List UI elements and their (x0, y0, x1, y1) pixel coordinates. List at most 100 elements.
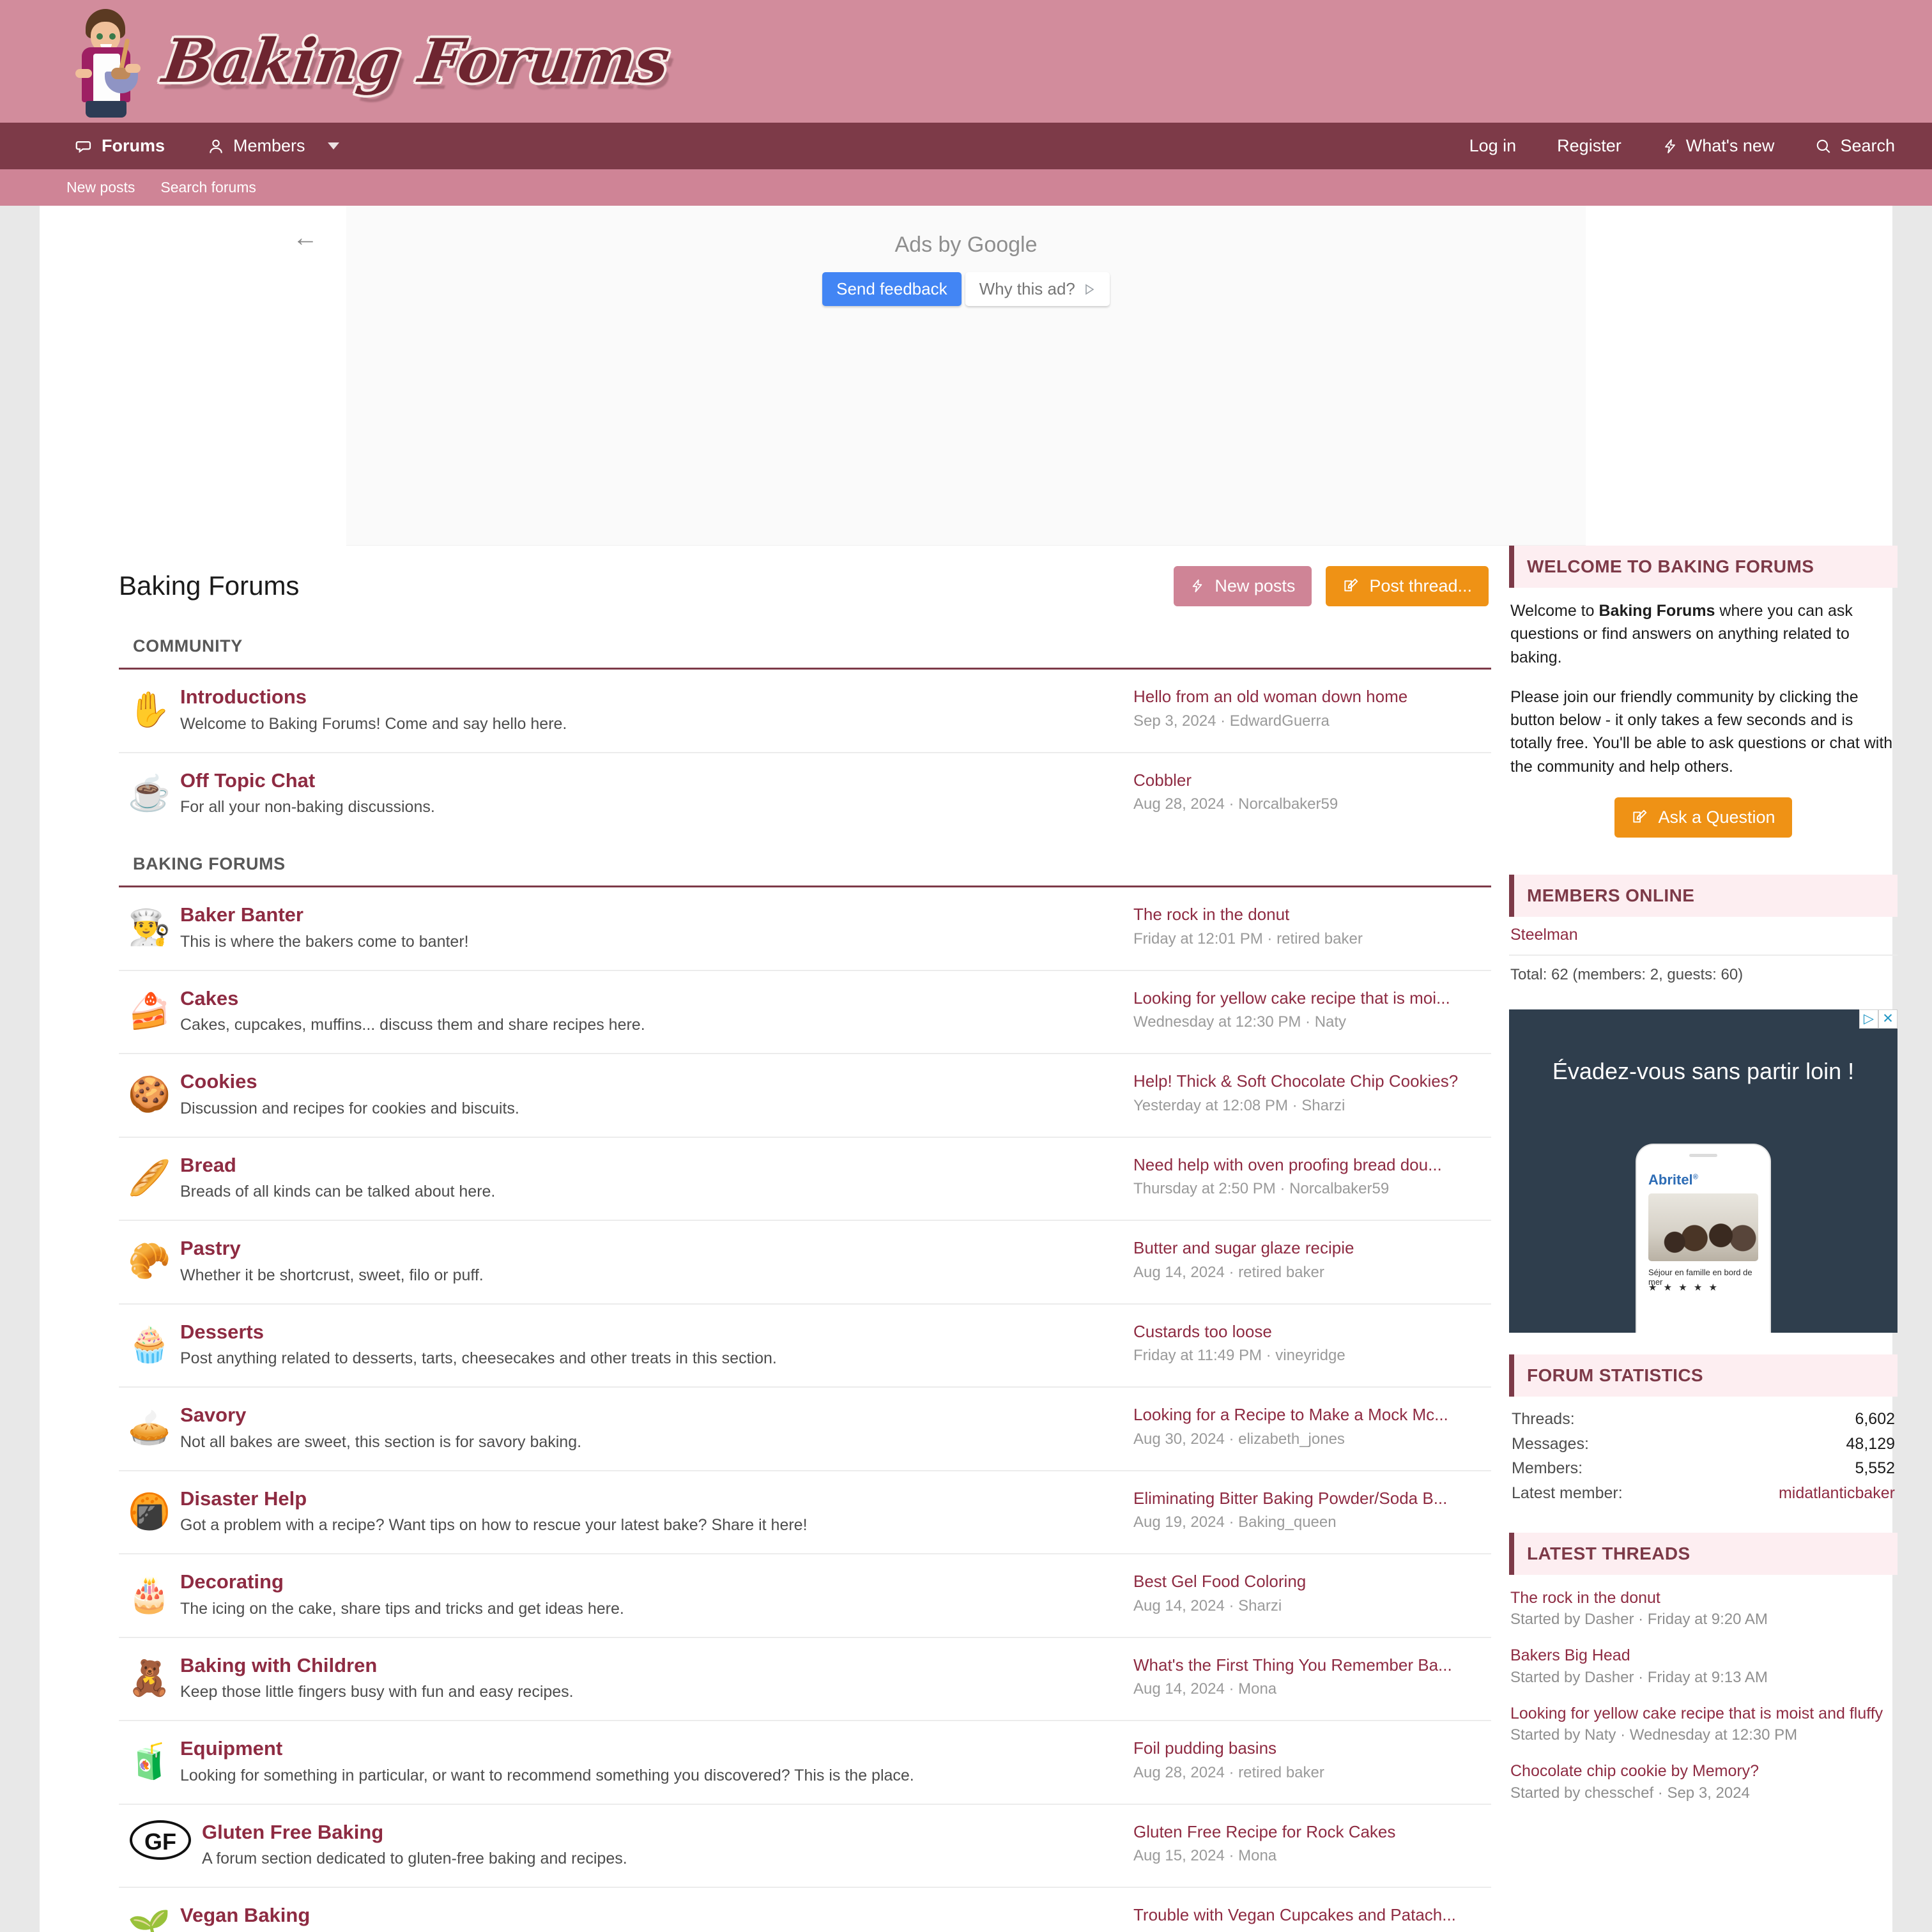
nav-item-login-label: Log in (1469, 136, 1517, 155)
sidebar: WELCOME TO BAKING FORUMS Welcome to Baki… (1509, 546, 1897, 1932)
forum-last-post: Need help with oven proofing bread dou..… (1133, 1153, 1491, 1199)
savory-muffin-icon: 🥧 (128, 1409, 171, 1447)
new-posts-button[interactable]: New posts (1174, 565, 1312, 606)
forum-name-link[interactable]: Savory (180, 1403, 1121, 1428)
ad-back-arrow-icon[interactable]: ← (293, 224, 318, 252)
last-post-meta: Aug 28, 2024 · retired baker (1133, 1763, 1324, 1781)
last-post-meta: Wednesday at 12:30 PM · Naty (1133, 1013, 1347, 1031)
statistic-value[interactable]: midatlanticbaker (1779, 1481, 1895, 1506)
gingerbread-man-icon: 🧸 (128, 1659, 171, 1698)
last-post-meta: Aug 15, 2024 · Mona (1133, 1847, 1277, 1865)
forum-name-link[interactable]: Cakes (180, 986, 1121, 1011)
last-post-title-link[interactable]: Help! Thick & Soft Chocolate Chip Cookie… (1133, 1071, 1491, 1092)
nav-item-members[interactable]: Members (199, 131, 347, 161)
adchoices-icon[interactable]: ▷ (1859, 1009, 1878, 1029)
secondary-navigation: New posts Search forums (0, 169, 1932, 206)
latest-thread-title-link[interactable]: The rock in the donut (1510, 1588, 1896, 1609)
forum-info: Introductions Welcome to Baking Forums! C… (180, 685, 1133, 735)
forum-name-link[interactable]: Gluten Free Baking (202, 1820, 1121, 1845)
site-logo[interactable]: Baking Forums (66, 5, 673, 118)
last-post-title-link[interactable]: Hello from an old woman down home (1133, 686, 1491, 708)
latest-thread-title-link[interactable]: Looking for yellow cake recipe that is m… (1510, 1703, 1896, 1724)
forum-name-link[interactable]: Pastry (180, 1236, 1121, 1261)
forum-list: ✋ Introductions Welcome to Baking Forums! … (119, 670, 1491, 835)
forum-description: Not all bakes are sweet, this section is… (180, 1432, 582, 1451)
member-online-item[interactable]: Steelman (1509, 917, 1897, 956)
search-icon (1815, 138, 1832, 155)
forum-row: ☕ Off Topic Chat For all your non-baking d… (119, 753, 1491, 836)
send-feedback-button[interactable]: Send feedback (822, 272, 962, 306)
nav-item-forums-label: Forums (102, 136, 165, 155)
latest-thread-title-link[interactable]: Chocolate chip cookie by Memory? (1510, 1761, 1896, 1782)
members-icon (207, 137, 225, 155)
forum-last-post: Hello from an old woman down home Sep 3, … (1133, 685, 1491, 730)
forum-name-link[interactable]: Cookies (180, 1070, 1121, 1094)
welcome-heading: WELCOME TO BAKING FORUMS (1509, 546, 1897, 588)
nav-item-register[interactable]: Register (1549, 131, 1629, 161)
ads-by-google-label: Ads by Google (894, 233, 1038, 257)
bolt-icon (1662, 137, 1678, 155)
sidebar-ad-headline: Évadez-vous sans partir loin ! (1552, 1057, 1855, 1084)
ask-a-question-button[interactable]: Ask a Question (1614, 797, 1792, 838)
forum-name-link[interactable]: Off Topic Chat (180, 769, 1121, 793)
why-this-ad-button[interactable]: Why this ad? (965, 272, 1110, 306)
last-post-meta: Yesterday at 12:08 PM · Sharzi (1133, 1096, 1346, 1114)
compose-pencil-icon (1342, 578, 1359, 594)
last-post-meta: Friday at 12:01 PM · retired baker (1133, 930, 1363, 947)
forum-name-link[interactable]: Bread (180, 1153, 1121, 1178)
forum-name-link[interactable]: Disaster Help (180, 1487, 1121, 1512)
last-post-title-link[interactable]: What's the First Thing You Remember Ba..… (1133, 1655, 1491, 1676)
last-post-title-link[interactable]: Trouble with Vegan Cupcakes and Patach..… (1133, 1905, 1491, 1926)
nav-item-new-posts[interactable]: New posts (66, 179, 135, 196)
forum-name-link[interactable]: Decorating (180, 1570, 1121, 1595)
forum-row: 🧁 Desserts Post anything related to desser… (119, 1305, 1491, 1388)
forum-description: A forum section dedicated to gluten-free… (202, 1850, 627, 1868)
forum-name-link[interactable]: Equipment (180, 1736, 1121, 1761)
close-icon[interactable]: ✕ (1878, 1009, 1897, 1029)
nav-item-whats-new[interactable]: What's new (1655, 131, 1782, 161)
forum-info: Off Topic Chat For all your non-baking di… (180, 769, 1133, 819)
top-advertisement: ← Ads by Google Send feedback Why this a… (293, 206, 1586, 546)
chevron-down-icon[interactable] (327, 142, 339, 150)
forum-name-link[interactable]: Vegan Baking (180, 1903, 1121, 1928)
page-title: Baking Forums (119, 571, 300, 601)
latest-thread-title-link[interactable]: Bakers Big Head (1510, 1645, 1896, 1666)
sidebar-ad-rating: ★ ★ ★ ★ ★ (1648, 1282, 1719, 1293)
forum-name-link[interactable]: Baking with Children (180, 1653, 1121, 1678)
post-thread-button[interactable]: Post thread... (1326, 565, 1489, 606)
nav-item-forums[interactable]: Forums (66, 131, 172, 161)
forum-row: 👨‍🍳 Baker Banter This is where the bakers … (119, 887, 1491, 971)
welcome-block: WELCOME TO BAKING FORUMS Welcome to Baki… (1509, 546, 1897, 853)
last-post-title-link[interactable]: Looking for yellow cake recipe that is m… (1133, 988, 1491, 1009)
forum-name-link[interactable]: Baker Banter (180, 903, 1121, 928)
nav-item-search-forums[interactable]: Search forums (160, 179, 256, 196)
nav-item-whats-new-label: What's new (1685, 136, 1775, 155)
last-post-title-link[interactable]: Gluten Free Recipe for Rock Cakes (1133, 1821, 1491, 1843)
last-post-title-link[interactable]: Foil pudding basins (1133, 1738, 1491, 1759)
forum-row: 🥖 Bread Breads of all kinds can be talked … (119, 1138, 1491, 1221)
last-post-title-link[interactable]: Need help with oven proofing bread dou..… (1133, 1154, 1491, 1176)
forum-info: Baker Banter This is where the bakers com… (180, 903, 1133, 953)
forum-name-link[interactable]: Introductions (180, 685, 1121, 710)
last-post-title-link[interactable]: Cobbler (1133, 770, 1491, 792)
last-post-title-link[interactable]: Butter and sugar glaze recipie (1133, 1238, 1491, 1259)
forum-description: Welcome to Baking Forums! Come and say h… (180, 714, 567, 733)
last-post-title-link[interactable]: The rock in the donut (1133, 904, 1491, 926)
last-post-title-link[interactable]: Best Gel Food Coloring (1133, 1571, 1491, 1593)
last-post-title-link[interactable]: Custards too loose (1133, 1321, 1491, 1343)
why-this-ad-label: Why this ad? (979, 279, 1075, 298)
nav-item-search[interactable]: Search (1807, 131, 1903, 161)
sidebar-advertisement[interactable]: ▷ ✕ Évadez-vous sans partir loin ! Abrit… (1509, 1009, 1897, 1333)
nav-item-login[interactable]: Log in (1462, 131, 1524, 161)
forum-name-link[interactable]: Desserts (180, 1320, 1121, 1345)
site-masthead: Baking Forums (0, 0, 1932, 123)
last-post-title-link[interactable]: Looking for a Recipe to Make a Mock Mc..… (1133, 1404, 1491, 1426)
forum-info: Vegan BakingPlease post anything relatin… (180, 1903, 1133, 1932)
latest-thread-meta: Started by Dasher · Friday at 9:20 AM (1510, 1611, 1768, 1629)
forum-row: 🍰 Cakes Cakes, cupcakes, muffins... discus… (119, 971, 1491, 1054)
forum-last-post: Foil pudding basins Aug 28, 2024 · retire… (1133, 1736, 1491, 1782)
statistic-label: Threads: (1512, 1409, 1575, 1428)
forum-info: Baking with Children Keep those little fi… (180, 1653, 1133, 1704)
nav-item-search-label: Search (1840, 136, 1895, 155)
last-post-title-link[interactable]: Eliminating Bitter Baking Powder/Soda B.… (1133, 1488, 1491, 1510)
